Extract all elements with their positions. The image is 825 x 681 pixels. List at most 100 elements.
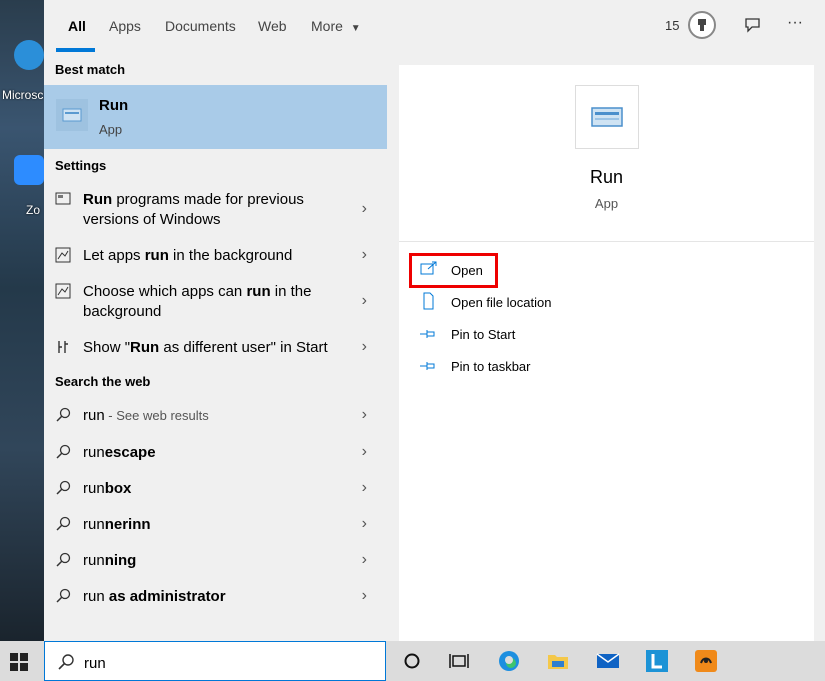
- taskbar: [0, 641, 825, 681]
- best-match-run[interactable]: Run App: [44, 85, 387, 149]
- setting-bold: Run: [130, 339, 160, 356]
- action-label: Open file location: [451, 295, 552, 310]
- compat-icon: [55, 191, 73, 209]
- open-icon: [419, 260, 441, 280]
- search-icon: [57, 653, 75, 676]
- search-icon: [55, 588, 73, 606]
- edge-desktop-icon[interactable]: [14, 40, 44, 70]
- preview-divider: [399, 241, 814, 242]
- section-settings: Settings: [55, 158, 107, 173]
- rewards-points: 15: [665, 18, 680, 33]
- web-result-runnerinn[interactable]: runnerinn ›: [44, 515, 387, 539]
- web-result-running[interactable]: running ›: [44, 551, 387, 575]
- tab-more-label: More: [311, 18, 343, 34]
- tab-documents[interactable]: Documents: [165, 18, 236, 34]
- web-bold: escape: [104, 444, 156, 461]
- tab-more[interactable]: More ▼: [311, 18, 361, 34]
- desktop-icon-label: Microsc: [2, 88, 44, 102]
- preview-subtitle: App: [594, 196, 619, 211]
- pin-to-taskbar-action[interactable]: Pin to taskbar: [419, 356, 719, 378]
- search-icon: [55, 552, 73, 570]
- open-action[interactable]: Open: [419, 260, 719, 282]
- search-input[interactable]: [82, 652, 366, 674]
- file-location-icon: [419, 292, 441, 312]
- setting-run-as-different-user[interactable]: Show "Run as different user" in Start ›: [44, 338, 387, 362]
- action-label: Pin to taskbar: [451, 359, 531, 374]
- web-bold: as administrator: [104, 588, 226, 605]
- chevron-down-icon: ▼: [350, 23, 361, 34]
- chevron-right-icon: ›: [361, 551, 367, 568]
- cortana-icon[interactable]: [400, 649, 424, 673]
- best-match-title: Run: [99, 97, 129, 114]
- rewards-badge-icon[interactable]: [688, 11, 716, 39]
- results-list: Best match Run App Settings Run programs…: [44, 52, 387, 641]
- start-search-panel: All Apps Documents Web More ▼ 15 ··· Bes…: [44, 0, 825, 641]
- run-app-icon: [56, 99, 88, 131]
- search-icon: [55, 516, 73, 534]
- chevron-right-icon: ›: [361, 443, 367, 460]
- action-label: Open: [451, 263, 483, 278]
- start-settings-icon: [55, 339, 73, 357]
- desktop-icon-label: Zo: [26, 203, 41, 217]
- web-bold: nerinn: [104, 516, 151, 533]
- setting-text: as different user" in Start: [159, 339, 328, 356]
- tab-web[interactable]: Web: [258, 18, 287, 34]
- setting-run-compat[interactable]: Run programs made for previous versions …: [44, 190, 387, 234]
- windows-start-icon[interactable]: [10, 653, 28, 676]
- orange-app-icon[interactable]: [694, 649, 718, 673]
- pin-icon: [419, 356, 441, 376]
- web-text: run: [83, 516, 105, 533]
- search-icon: [55, 407, 73, 425]
- web-text: run: [83, 552, 105, 569]
- preview-pane: Run App Open Open file location Pin to S…: [399, 65, 814, 641]
- file-explorer-icon[interactable]: [546, 649, 570, 673]
- chevron-right-icon: ›: [361, 515, 367, 532]
- chevron-right-icon: ›: [361, 200, 367, 217]
- preview-title: Run: [589, 167, 624, 187]
- setting-background-apps[interactable]: Let apps run in the background ›: [44, 246, 387, 270]
- chevron-right-icon: ›: [361, 292, 367, 309]
- setting-choose-background-apps[interactable]: Choose which apps can run in the backgro…: [44, 282, 387, 326]
- open-file-location-action[interactable]: Open file location: [419, 292, 719, 314]
- pin-to-start-action[interactable]: Pin to Start: [419, 324, 719, 346]
- section-search-the-web: Search the web: [55, 374, 151, 389]
- edge-icon[interactable]: [497, 649, 521, 673]
- feedback-icon[interactable]: [744, 16, 762, 39]
- zoom-desktop-icon[interactable]: [14, 155, 44, 185]
- web-result-runescape[interactable]: runescape ›: [44, 443, 387, 467]
- setting-text: in the background: [168, 247, 293, 264]
- setting-bold: run: [144, 247, 169, 264]
- mail-icon[interactable]: [596, 649, 620, 673]
- web-result-runbox[interactable]: runbox ›: [44, 479, 387, 503]
- setting-text: Let apps: [83, 247, 145, 264]
- section-best-match: Best match: [55, 62, 126, 77]
- setting-bold: Run: [83, 191, 113, 208]
- web-text: run: [83, 588, 105, 605]
- run-app-large-icon: [575, 85, 639, 149]
- web-result-run-as-administrator[interactable]: run as administrator ›: [44, 587, 387, 611]
- l-app-icon[interactable]: [645, 649, 669, 673]
- more-options-icon[interactable]: ···: [787, 14, 803, 32]
- setting-text: Show ": [83, 339, 131, 356]
- setting-text: Choose which apps can: [83, 283, 247, 300]
- setting-text: programs made for previous versions of W…: [83, 191, 304, 228]
- web-text: run: [83, 407, 105, 424]
- tab-all[interactable]: All: [68, 18, 86, 34]
- tab-apps[interactable]: Apps: [109, 18, 141, 34]
- web-text: run: [83, 480, 105, 497]
- task-view-icon[interactable]: [447, 649, 471, 673]
- desktop-background: Microsc Zo: [0, 0, 44, 641]
- chevron-right-icon: ›: [361, 587, 367, 604]
- search-icon: [55, 444, 73, 462]
- background-apps-icon: [55, 247, 73, 265]
- pin-icon: [419, 324, 441, 344]
- taskbar-search-box[interactable]: [44, 641, 386, 681]
- best-match-subtitle: App: [99, 122, 123, 137]
- chevron-right-icon: ›: [361, 479, 367, 496]
- web-result-run[interactable]: run - See web results ›: [44, 406, 387, 430]
- web-text: run: [83, 444, 105, 461]
- chevron-right-icon: ›: [361, 338, 367, 355]
- web-bold: ning: [104, 552, 137, 569]
- action-label: Pin to Start: [451, 327, 516, 342]
- web-bold: box: [104, 480, 132, 497]
